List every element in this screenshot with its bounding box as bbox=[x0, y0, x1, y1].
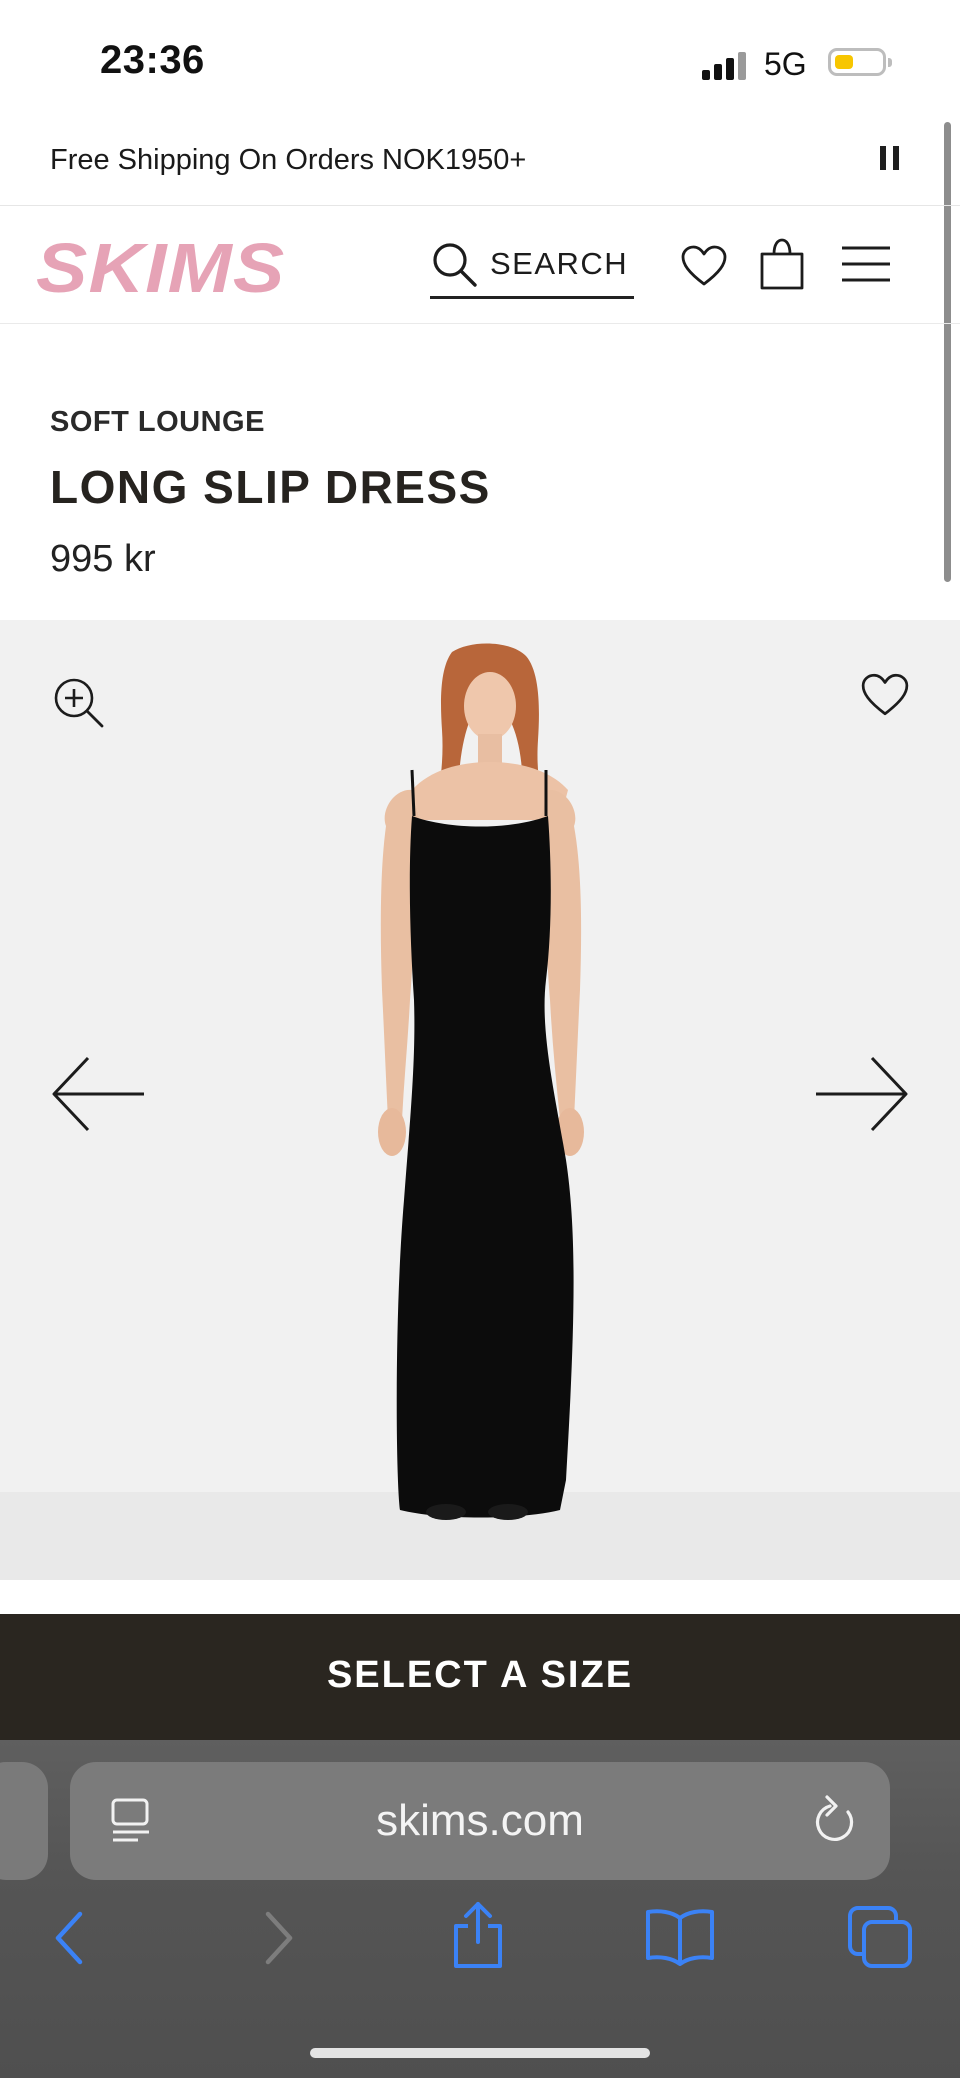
signal-icon bbox=[702, 50, 752, 80]
promo-pause-button[interactable] bbox=[880, 146, 902, 172]
arrow-left-icon[interactable] bbox=[48, 1054, 148, 1134]
wishlist-heart-icon[interactable] bbox=[680, 244, 728, 288]
product-price: 995 kr bbox=[50, 538, 156, 580]
battery-icon bbox=[828, 48, 892, 76]
product-title: LONG SLIP DRESS bbox=[50, 461, 491, 513]
status-time: 23:36 bbox=[100, 38, 205, 82]
bookmarks-icon[interactable] bbox=[644, 1906, 716, 1966]
select-size-label: SELECT A SIZE bbox=[326, 1654, 634, 1696]
back-icon[interactable] bbox=[50, 1908, 90, 1968]
url-text: skims.com bbox=[376, 1796, 584, 1845]
home-indicator bbox=[310, 2048, 650, 2058]
reload-icon[interactable] bbox=[810, 1794, 860, 1848]
search-icon bbox=[433, 243, 477, 287]
select-size-button[interactable]: SELECT A SIZE bbox=[0, 1614, 960, 1740]
site-header: SKIMS SEARCH bbox=[0, 206, 960, 324]
promo-text: Free Shipping On Orders NOK1950+ bbox=[50, 144, 527, 176]
skims-logo[interactable]: SKIMS bbox=[36, 228, 285, 308]
zoom-in-icon[interactable] bbox=[52, 676, 106, 730]
search-button[interactable]: SEARCH bbox=[430, 232, 634, 299]
previous-tab-peek[interactable] bbox=[0, 1762, 48, 1880]
collection-label[interactable]: SOFT LOUNGE bbox=[50, 406, 265, 439]
browser-toolbar: skims.com bbox=[0, 1740, 960, 2078]
status-bar: 23:36 5G bbox=[0, 0, 960, 120]
menu-icon[interactable] bbox=[840, 244, 892, 284]
arrow-right-icon[interactable] bbox=[812, 1054, 912, 1134]
bag-icon[interactable] bbox=[758, 236, 806, 292]
screen: 23:36 5G Free Shipping On Orders NOK1950… bbox=[0, 0, 960, 2078]
tabs-icon[interactable] bbox=[846, 1904, 914, 1970]
promo-bar: Free Shipping On Orders NOK1950+ bbox=[0, 120, 960, 206]
network-label: 5G bbox=[764, 46, 807, 82]
share-icon[interactable] bbox=[450, 1898, 506, 1970]
product-gallery[interactable] bbox=[0, 620, 960, 1580]
address-bar[interactable]: skims.com bbox=[70, 1762, 890, 1880]
product-heart-icon[interactable] bbox=[860, 672, 910, 718]
search-label: SEARCH bbox=[490, 246, 629, 281]
forward-icon[interactable] bbox=[258, 1908, 298, 1968]
